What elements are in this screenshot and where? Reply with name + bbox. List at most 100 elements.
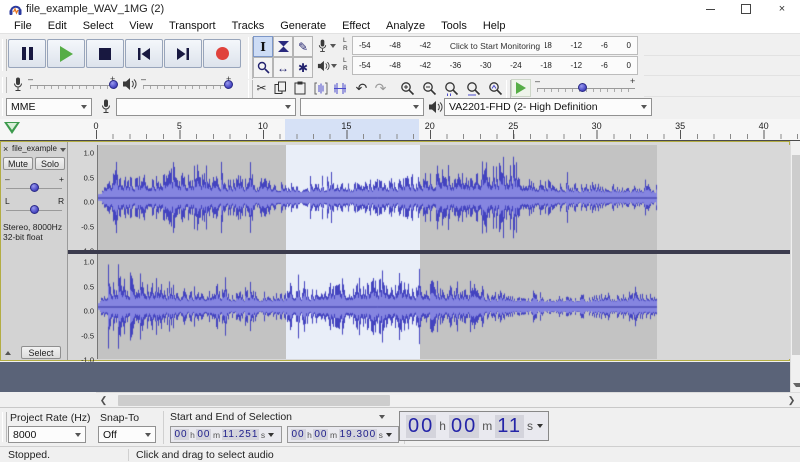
- selection-toolbar-grip[interactable]: [2, 412, 7, 442]
- solo-button[interactable]: Solo: [35, 157, 65, 170]
- menu-item-transport[interactable]: Transport: [161, 20, 224, 32]
- zoom-toggle-button[interactable]: [486, 79, 505, 97]
- minimize-button[interactable]: [692, 0, 728, 18]
- zoom-out-button[interactable]: [420, 79, 439, 97]
- zoom-in-button[interactable]: [398, 79, 417, 97]
- vertical-ruler-channel-2[interactable]: 1.0 0.5 0.0 -0.5 -1.0: [68, 254, 98, 365]
- recording-device-select[interactable]: [116, 98, 296, 116]
- horizontal-scrollbar[interactable]: ❮ ❯: [96, 392, 800, 407]
- vertical-ruler-channel-1[interactable]: 1.00.50.0-0.5-1.0: [68, 145, 98, 256]
- transport-toolbar-grip[interactable]: [2, 39, 7, 71]
- redo-button[interactable]: ↷: [371, 79, 390, 97]
- menu-item-select[interactable]: Select: [75, 20, 122, 32]
- timeline-pin-button[interactable]: [4, 122, 20, 134]
- project-rate-select[interactable]: 8000: [8, 426, 86, 443]
- undo-button[interactable]: ↶: [352, 79, 371, 97]
- waveform-canvas-2[interactable]: [98, 254, 790, 359]
- time-part-s: s: [526, 419, 533, 433]
- skip-to-start-icon: [138, 47, 150, 60]
- track-close-button[interactable]: ×: [3, 144, 8, 154]
- menu-item-view[interactable]: View: [121, 20, 161, 32]
- vertical-scrollbar[interactable]: [790, 141, 800, 392]
- horizontal-scroll-thumb[interactable]: [118, 395, 390, 406]
- vertical-scroll-thumb[interactable]: [792, 155, 800, 355]
- time-shift-tool-icon: ↔: [277, 60, 289, 75]
- snap-to-select[interactable]: Off: [98, 426, 156, 443]
- record-meter-tick-54: -54: [359, 41, 371, 50]
- menu-item-edit[interactable]: Edit: [40, 20, 75, 32]
- status-divider: [128, 449, 129, 461]
- envelope-tool-button[interactable]: [273, 36, 293, 57]
- playback-meter-icon-button[interactable]: [317, 56, 341, 75]
- playback-meter[interactable]: -54 -48 -42 -36 -30 -24 -18 -12 -6 0: [352, 56, 638, 75]
- mixer-toolbar-grip[interactable]: [2, 77, 7, 93]
- trim-audio-button[interactable]: [311, 79, 330, 97]
- waveform-channel-1[interactable]: [98, 145, 790, 250]
- zoom-tool-button[interactable]: [253, 57, 273, 78]
- skip-to-end-button[interactable]: [164, 39, 202, 68]
- record-meter-channel-labels: L R: [343, 37, 348, 53]
- track-collapse-button[interactable]: [5, 351, 11, 355]
- mute-button[interactable]: Mute: [3, 157, 33, 170]
- time-part-h: h: [307, 429, 312, 440]
- play-button[interactable]: [47, 39, 85, 68]
- menu-item-analyze[interactable]: Analyze: [378, 20, 433, 32]
- selection-start-field[interactable]: 00 h 00 m 11.251 s: [170, 426, 282, 443]
- selection-tool-button[interactable]: I: [253, 36, 273, 57]
- menu-item-tracks[interactable]: Tracks: [224, 20, 273, 32]
- toolbar-seam-1: [644, 55, 800, 56]
- menu-item-tools[interactable]: Tools: [433, 20, 475, 32]
- record-button[interactable]: [203, 39, 241, 68]
- scroll-left-icon[interactable]: ❮: [96, 393, 111, 407]
- pan-thumb[interactable]: [30, 205, 39, 214]
- track-title[interactable]: file_example: [12, 144, 57, 153]
- vruler-label-1.0: 1.0: [83, 148, 94, 158]
- play-vol-thumb[interactable]: [224, 80, 233, 89]
- audacity-window: file_example_WAV_1MG (2) × File Edit Selec…: [0, 0, 800, 462]
- pause-button[interactable]: [8, 39, 46, 68]
- waveform-channel-2[interactable]: [98, 254, 790, 359]
- audio-position-display[interactable]: 00 h 00 m 11 s: [399, 411, 549, 441]
- maximize-icon: [741, 4, 751, 14]
- speed-thumb[interactable]: [578, 83, 587, 92]
- silence-audio-button[interactable]: [330, 79, 349, 97]
- gain-thumb[interactable]: [30, 183, 39, 192]
- audio-host-select[interactable]: MME: [6, 98, 92, 116]
- maximize-button[interactable]: [728, 0, 764, 18]
- playback-device-select[interactable]: VA2201-FHD (2- High Definition: [444, 98, 652, 116]
- project-rate-caret-icon: [75, 432, 81, 437]
- selection-end-field[interactable]: 00 h 00 m 19.300 s: [287, 426, 399, 443]
- fit-project-button[interactable]: [464, 79, 483, 97]
- ruler-label-5: 5: [176, 121, 182, 131]
- zoom-selection-button[interactable]: [442, 79, 461, 97]
- play-at-speed-button[interactable]: [511, 79, 531, 97]
- time-part-00: 00: [290, 429, 306, 440]
- close-button[interactable]: ×: [764, 0, 800, 18]
- menu-item-file[interactable]: File: [6, 20, 40, 32]
- rec-vol-thumb[interactable]: [109, 80, 118, 89]
- copy-button[interactable]: [271, 79, 290, 97]
- waveform-canvas-1[interactable]: [98, 145, 790, 250]
- track-menu-caret-icon[interactable]: [60, 148, 66, 152]
- menu-item-effect[interactable]: Effect: [334, 20, 378, 32]
- skip-to-start-button[interactable]: [125, 39, 163, 68]
- record-meter-icon-button[interactable]: [317, 36, 341, 55]
- menu-item-generate[interactable]: Generate: [272, 20, 334, 32]
- menu-item-help[interactable]: Help: [475, 20, 514, 32]
- cut-button[interactable]: ✂: [252, 79, 271, 97]
- title-bar[interactable]: file_example_WAV_1MG (2) ×: [0, 0, 800, 18]
- recording-channels-select[interactable]: [300, 98, 424, 116]
- multi-tool-button[interactable]: ✱: [293, 57, 313, 78]
- undo-icon: ↶: [355, 80, 368, 96]
- app-logo-icon: [9, 5, 22, 15]
- time-shift-tool-button[interactable]: ↔: [273, 57, 293, 78]
- track-select-button[interactable]: Select: [21, 346, 61, 359]
- timeline-ruler[interactable]: 0 5 10 15 20 25 30 35 40: [0, 119, 800, 141]
- scroll-right-icon[interactable]: ❯: [784, 393, 799, 407]
- selection-mode-select[interactable]: Start and End of Selection: [170, 410, 385, 424]
- record-meter[interactable]: -54-48-42-36-30-24-18-12-60 Click to Sta…: [352, 36, 638, 55]
- stop-button[interactable]: [86, 39, 124, 68]
- draw-tool-button[interactable]: ✎: [293, 36, 313, 57]
- paste-button[interactable]: [290, 79, 309, 97]
- minimize-icon: [705, 8, 715, 10]
